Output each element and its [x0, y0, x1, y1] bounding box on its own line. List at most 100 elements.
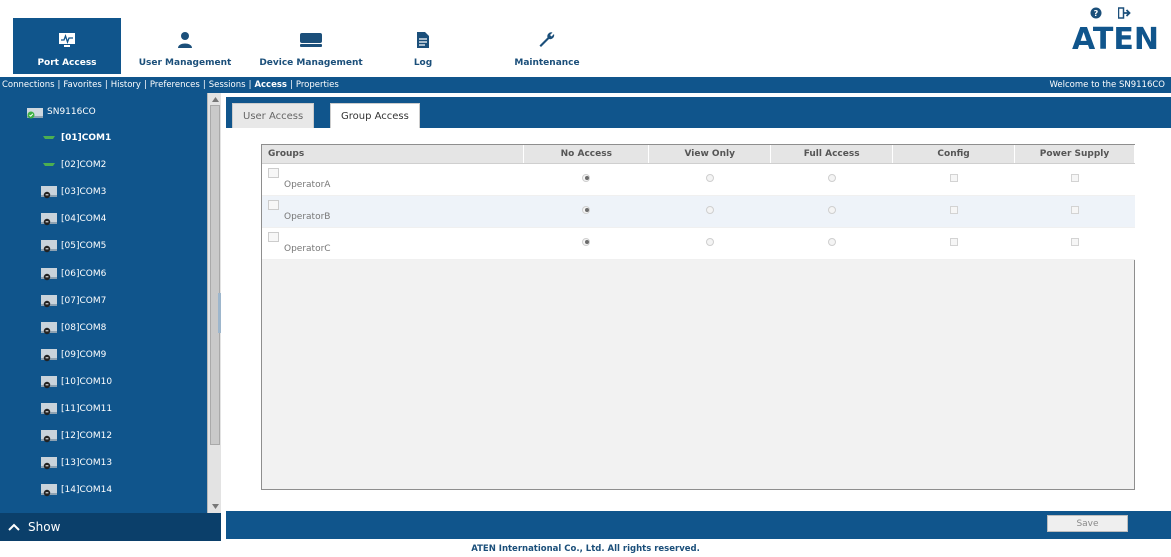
group-entry: OperatorC: [268, 232, 331, 254]
tree-port-1[interactable]: [01]COM1: [40, 129, 111, 147]
log-icon: [416, 27, 430, 53]
checkbox-config[interactable]: [949, 237, 958, 246]
port-tree-sidebar: SN9116CO [01]COM1 [02]COM2 [03]COM3 [04]COM4…: [0, 93, 221, 541]
port-offline-icon: [40, 429, 58, 443]
access-cell: [770, 163, 893, 196]
radio-full-access[interactable]: [827, 237, 836, 246]
nav-label: Maintenance: [514, 58, 580, 68]
group-entry: OperatorB: [268, 200, 330, 222]
radio-no-access[interactable]: [582, 237, 591, 246]
checkbox-config[interactable]: [949, 173, 958, 182]
tree-port-14[interactable]: [14]COM14: [40, 481, 112, 499]
submenu-history[interactable]: History: [111, 80, 141, 90]
logout-icon[interactable]: [1117, 6, 1131, 20]
tab-user-access[interactable]: User Access: [232, 103, 315, 128]
submenu-separator: |: [202, 80, 206, 90]
port-tree: SN9116CO [01]COM1 [02]COM2 [03]COM3 [04]COM4…: [0, 93, 207, 513]
scroll-down-icon[interactable]: [208, 501, 222, 511]
checkbox-power-supply[interactable]: [1070, 173, 1079, 182]
radio-view-only[interactable]: [705, 237, 714, 246]
checkbox-power-supply[interactable]: [1070, 205, 1079, 214]
radio-view-only[interactable]: [705, 173, 714, 182]
checkbox-power-supply[interactable]: [1070, 237, 1079, 246]
radio-view-only[interactable]: [705, 205, 714, 214]
show-toggle[interactable]: Show: [0, 513, 221, 541]
access-cell: [523, 227, 649, 260]
tree-port-5[interactable]: [05]COM5: [40, 237, 106, 255]
tree-port-label: [13]COM13: [61, 458, 113, 469]
radio-full-access[interactable]: [827, 173, 836, 182]
nav-port-access[interactable]: Port Access: [13, 18, 121, 74]
permission-cell: [1014, 195, 1135, 228]
submenu-favorites[interactable]: Favorites: [63, 80, 101, 90]
permission-cell: [1014, 227, 1135, 260]
submenu-bar: Connections | Favorites | History | Preference…: [0, 77, 1171, 93]
group-select-checkbox[interactable]: [268, 200, 279, 210]
scrollbar-thumb[interactable]: [210, 105, 220, 445]
submenu-properties[interactable]: Properties: [296, 80, 339, 90]
column-header-groups: Groups: [262, 145, 525, 164]
tree-port-12[interactable]: [12]COM12: [40, 427, 112, 445]
device-online-icon: [26, 105, 44, 119]
submenu-separator: |: [143, 80, 147, 90]
group-select-checkbox[interactable]: [268, 232, 279, 242]
permission-cell: [892, 227, 1015, 260]
scroll-up-icon[interactable]: [208, 94, 222, 104]
nav-log[interactable]: Log: [398, 18, 448, 74]
access-cell: [523, 163, 649, 196]
radio-no-access[interactable]: [582, 173, 591, 182]
group-name: OperatorA: [284, 180, 331, 190]
sidebar-resize-handle[interactable]: [218, 293, 221, 333]
tab-strip: User Access Group Access: [226, 97, 1171, 128]
save-button[interactable]: Save: [1047, 515, 1128, 532]
group-cell: OperatorA: [262, 163, 524, 196]
submenu-access[interactable]: Access: [254, 80, 287, 90]
submenu-connections[interactable]: Connections: [2, 80, 55, 90]
column-header-no-access: No Access: [523, 145, 650, 164]
table-row: OperatorB: [262, 195, 1135, 228]
help-icon[interactable]: ?: [1089, 6, 1103, 20]
nav-label: Port Access: [37, 58, 97, 68]
tree-port-10[interactable]: [10]COM10: [40, 373, 112, 391]
nav-device-management[interactable]: Device Management: [247, 18, 375, 74]
tree-port-6[interactable]: [06]COM6: [40, 265, 106, 283]
radio-no-access[interactable]: [582, 205, 591, 214]
checkbox-config[interactable]: [949, 205, 958, 214]
table-body: OperatorA OperatorB OperatorC: [262, 163, 1135, 260]
column-header-full-access: Full Access: [770, 145, 894, 164]
tree-port-9[interactable]: [09]COM9: [40, 346, 106, 364]
column-header-view-only: View Only: [648, 145, 772, 164]
nav-user-management[interactable]: User Management: [136, 18, 234, 74]
port-offline-icon: [40, 348, 58, 362]
access-cell: [648, 163, 771, 196]
group-cell: OperatorB: [262, 195, 524, 228]
group-name: OperatorC: [284, 244, 331, 254]
table-row: OperatorA: [262, 163, 1135, 196]
nav-label: Device Management: [259, 58, 363, 68]
tree-port-13[interactable]: [13]COM13: [40, 454, 112, 472]
tree-port-4[interactable]: [04]COM4: [40, 210, 106, 228]
tree-port-8[interactable]: [08]COM8: [40, 319, 106, 337]
group-select-checkbox[interactable]: [268, 168, 279, 178]
tree-port-7[interactable]: [07]COM7: [40, 292, 106, 310]
tree-port-label: [09]COM9: [61, 349, 107, 360]
app-window: Port Access User Management Device Managem…: [0, 0, 1171, 557]
wrench-icon: [538, 27, 556, 53]
permission-cell: [892, 195, 1015, 228]
column-header-config: Config: [892, 145, 1016, 164]
copyright-footer: ATEN International Co., Ltd. All rights …: [0, 541, 1171, 557]
tree-port-label: [04]COM4: [61, 214, 107, 225]
submenu-preferences[interactable]: Preferences: [150, 80, 200, 90]
tab-group-access[interactable]: Group Access: [330, 103, 420, 128]
show-label: Show: [28, 520, 61, 534]
submenu-sessions[interactable]: Sessions: [209, 80, 246, 90]
tree-root-device[interactable]: SN9116CO: [26, 103, 96, 121]
tree-port-11[interactable]: [11]COM11: [40, 400, 112, 418]
submenu-separator: |: [104, 80, 108, 90]
radio-full-access[interactable]: [827, 205, 836, 214]
port-offline-icon: [40, 456, 58, 470]
tree-root-label: SN9116CO: [47, 107, 96, 117]
tree-port-2[interactable]: [02]COM2: [40, 156, 106, 174]
nav-maintenance[interactable]: Maintenance: [497, 18, 597, 74]
tree-port-3[interactable]: [03]COM3: [40, 183, 106, 201]
